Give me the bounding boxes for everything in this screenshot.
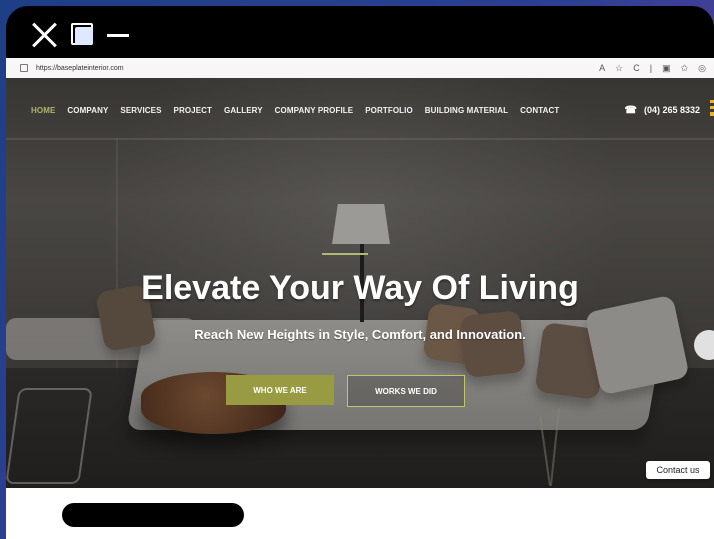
nav-item-gallery[interactable]: GALLERY xyxy=(224,106,263,115)
read-aloud-icon[interactable]: A xyxy=(599,63,605,74)
phone-icon: ☎ xyxy=(624,104,637,116)
lock-icon xyxy=(20,64,28,72)
minimize-icon[interactable] xyxy=(107,34,129,37)
close-icon[interactable] xyxy=(30,21,58,49)
split-screen-icon[interactable]: ▣ xyxy=(662,63,671,74)
nav-item-building-material[interactable]: BUILDING MATERIAL xyxy=(425,106,508,115)
nav-item-company[interactable]: COMPANY xyxy=(67,106,108,115)
hamburger-icon[interactable] xyxy=(710,100,714,116)
toolbar-divider: | xyxy=(649,62,653,73)
window-switch-icon[interactable] xyxy=(71,23,93,45)
url-text: https://baseplateinterior.com xyxy=(36,64,124,72)
nav-item-services[interactable]: SERVICES xyxy=(120,106,161,115)
nav-item-portfolio[interactable]: PORTFOLIO xyxy=(365,106,413,115)
window-controls xyxy=(6,6,714,58)
phone-label: (04) 265 8332 xyxy=(643,105,700,115)
site-navigation: HOME COMPANY SERVICES PROJECT GALLERY CO… xyxy=(6,92,714,128)
hero-section: HOME COMPANY SERVICES PROJECT GALLERY CO… xyxy=(6,78,714,488)
hero-accent-line xyxy=(322,253,368,255)
who-we-are-button[interactable]: WHO WE ARE xyxy=(226,375,334,405)
nav-item-project[interactable]: PROJECT xyxy=(174,106,213,115)
works-we-did-button[interactable]: WORKS WE DID xyxy=(347,375,465,407)
browser-window: https://baseplateinterior.com A ☆ C | ▣ … xyxy=(6,58,714,488)
hero-title: Elevate Your Way Of Living xyxy=(141,269,579,307)
contact-us-button[interactable]: Contact us xyxy=(646,461,710,479)
address-bar[interactable]: https://baseplateinterior.com A ☆ C | ▣ … xyxy=(6,58,714,79)
profile-icon[interactable]: ◎ xyxy=(698,63,706,74)
hero-subtitle: Reach New Heights in Style, Comfort, and… xyxy=(194,327,526,342)
home-indicator xyxy=(62,503,244,527)
main-menu: HOME COMPANY SERVICES PROJECT GALLERY CO… xyxy=(6,106,571,115)
browser-toolbar-icons: A ☆ C | ▣ ✩ ◎ xyxy=(599,63,706,74)
home-indicator-bar xyxy=(6,488,714,539)
device-frame: https://baseplateinterior.com A ☆ C | ▣ … xyxy=(6,6,714,539)
nav-item-home[interactable]: HOME xyxy=(31,106,55,115)
nav-item-company-profile[interactable]: COMPANY PROFILE xyxy=(275,106,354,115)
refresh-icon[interactable]: C xyxy=(633,63,640,74)
favorite-icon[interactable]: ☆ xyxy=(615,63,623,74)
nav-item-contact[interactable]: CONTACT xyxy=(520,106,559,115)
phone-number[interactable]: ☎ (04) 265 8332 xyxy=(624,105,700,116)
favorites-icon[interactable]: ✩ xyxy=(681,63,689,74)
